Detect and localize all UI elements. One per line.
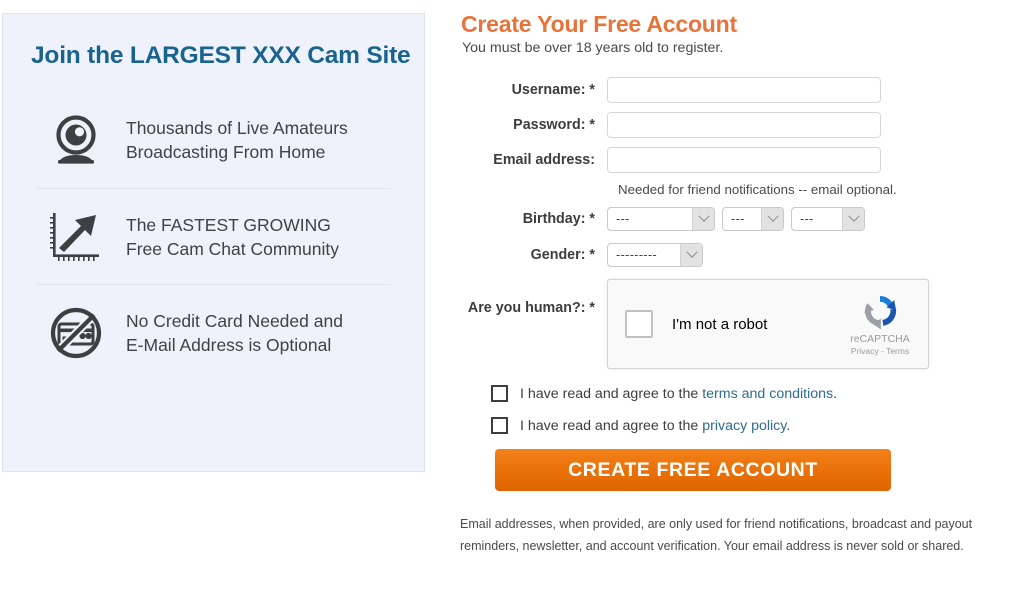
gender-value: --------- [616, 248, 658, 262]
birthday-year-value: --- [616, 212, 630, 226]
create-free-account-button[interactable]: CREATE FREE ACCOUNT [495, 449, 891, 491]
recaptcha-brand-name: reCAPTCHA [850, 333, 910, 345]
terms-and-conditions-link[interactable]: terms and conditions [702, 386, 833, 402]
username-input[interactable] [607, 77, 881, 103]
birthday-label: Birthday: * [522, 211, 595, 227]
username-label: Username: * [511, 82, 595, 98]
terms-prefix: I have read and agree to the [520, 385, 703, 402]
privacy-checkbox[interactable] [491, 417, 508, 434]
privacy-agreement-row: I have read and agree to the privacy pol… [491, 417, 1024, 434]
terms-agreement-text: I have read and agree to the terms and c… [520, 386, 837, 402]
promo-feature-item: Thousands of Live Amateurs Broadcasting … [36, 92, 391, 188]
email-label: Email address: [493, 152, 595, 168]
webcam-icon [48, 112, 104, 168]
username-row: Username: * [459, 77, 1024, 103]
recaptcha-label: I'm not a robot [672, 315, 768, 333]
promo-feature-item: The FASTEST GROWING Free Cam Chat Commun… [36, 188, 391, 284]
captcha-row: Are you human?: * I'm not a robot reCAPT… [459, 279, 1024, 369]
registration-form: Create Your Free Account You must be ove… [459, 0, 1024, 597]
privacy-suffix: . [786, 417, 791, 434]
promo-feature-line1: No Credit Card Needed and [126, 310, 343, 331]
chevron-down-icon [692, 208, 714, 230]
chevron-down-icon [680, 244, 702, 266]
birthday-day-select[interactable]: --- [791, 207, 865, 231]
promo-feature-text: Thousands of Live Amateurs Broadcasting … [126, 116, 348, 164]
birthday-day-value: --- [800, 212, 814, 226]
chevron-down-icon [761, 208, 783, 230]
terms-suffix: . [833, 385, 838, 402]
birthday-year-select[interactable]: --- [607, 207, 715, 231]
gender-row: Gender: * --------- [459, 243, 1024, 267]
birthday-month-value: --- [731, 212, 745, 226]
page-subtitle: You must be over 18 years old to registe… [462, 40, 724, 56]
privacy-policy-link[interactable]: privacy policy [702, 418, 786, 434]
recaptcha-logo-icon [864, 296, 897, 330]
privacy-footnote: Email addresses, when provided, are only… [460, 517, 973, 553]
promo-feature-list: Thousands of Live Amateurs Broadcasting … [3, 92, 424, 380]
promo-feature-line1: The FASTEST GROWING [126, 214, 331, 235]
email-input[interactable] [607, 147, 881, 173]
password-label: Password: * [513, 117, 595, 133]
promo-feature-line2: Free Cam Chat Community [126, 238, 339, 259]
birthday-month-select[interactable]: --- [722, 207, 784, 231]
privacy-agreement-text: I have read and agree to the privacy pol… [520, 418, 790, 434]
recaptcha-checkbox[interactable] [625, 310, 653, 338]
password-input[interactable] [607, 112, 881, 138]
promo-feature-line1: Thousands of Live Amateurs [126, 118, 348, 139]
recaptcha-brand: reCAPTCHA Privacy - Terms [842, 291, 918, 356]
page-title: Create Your Free Account [461, 11, 737, 37]
promo-feature-line2: Broadcasting From Home [126, 142, 326, 163]
email-hint: Needed for friend notifications -- email… [618, 182, 897, 197]
recaptcha-widget[interactable]: I'm not a robot reCAPTCHA Privacy - Term… [607, 279, 929, 369]
no-credit-card-icon [48, 305, 104, 361]
privacy-prefix: I have read and agree to the [520, 417, 703, 434]
birthday-row: Birthday: * --- --- --- [459, 207, 1024, 231]
gender-select[interactable]: --------- [607, 243, 703, 267]
gender-label: Gender: * [530, 247, 595, 263]
terms-agreement-row: I have read and agree to the terms and c… [491, 385, 1024, 402]
chevron-down-icon [842, 208, 864, 230]
promo-title: Join the LARGEST XXX Cam Site [31, 42, 411, 69]
promo-feature-item: No Credit Card Needed and E-Mail Address… [36, 284, 391, 380]
growth-chart-icon [48, 209, 104, 265]
form-fields: Username: * Password: * Email address: N… [459, 77, 1024, 369]
terms-checkbox[interactable] [491, 385, 508, 402]
password-row: Password: * [459, 112, 1024, 138]
agreement-list: I have read and agree to the terms and c… [491, 385, 1024, 434]
email-row: Email address: [459, 147, 1024, 173]
human-label: Are you human?: * [467, 300, 595, 316]
promo-panel: Join the LARGEST XXX Cam Site Thousands … [2, 13, 425, 472]
recaptcha-legal-links[interactable]: Privacy - Terms [842, 346, 918, 356]
promo-feature-text: The FASTEST GROWING Free Cam Chat Commun… [126, 213, 339, 261]
promo-feature-line2: E-Mail Address is Optional [126, 334, 332, 355]
promo-feature-text: No Credit Card Needed and E-Mail Address… [126, 309, 343, 357]
submit-wrapper: CREATE FREE ACCOUNT [495, 449, 1024, 491]
